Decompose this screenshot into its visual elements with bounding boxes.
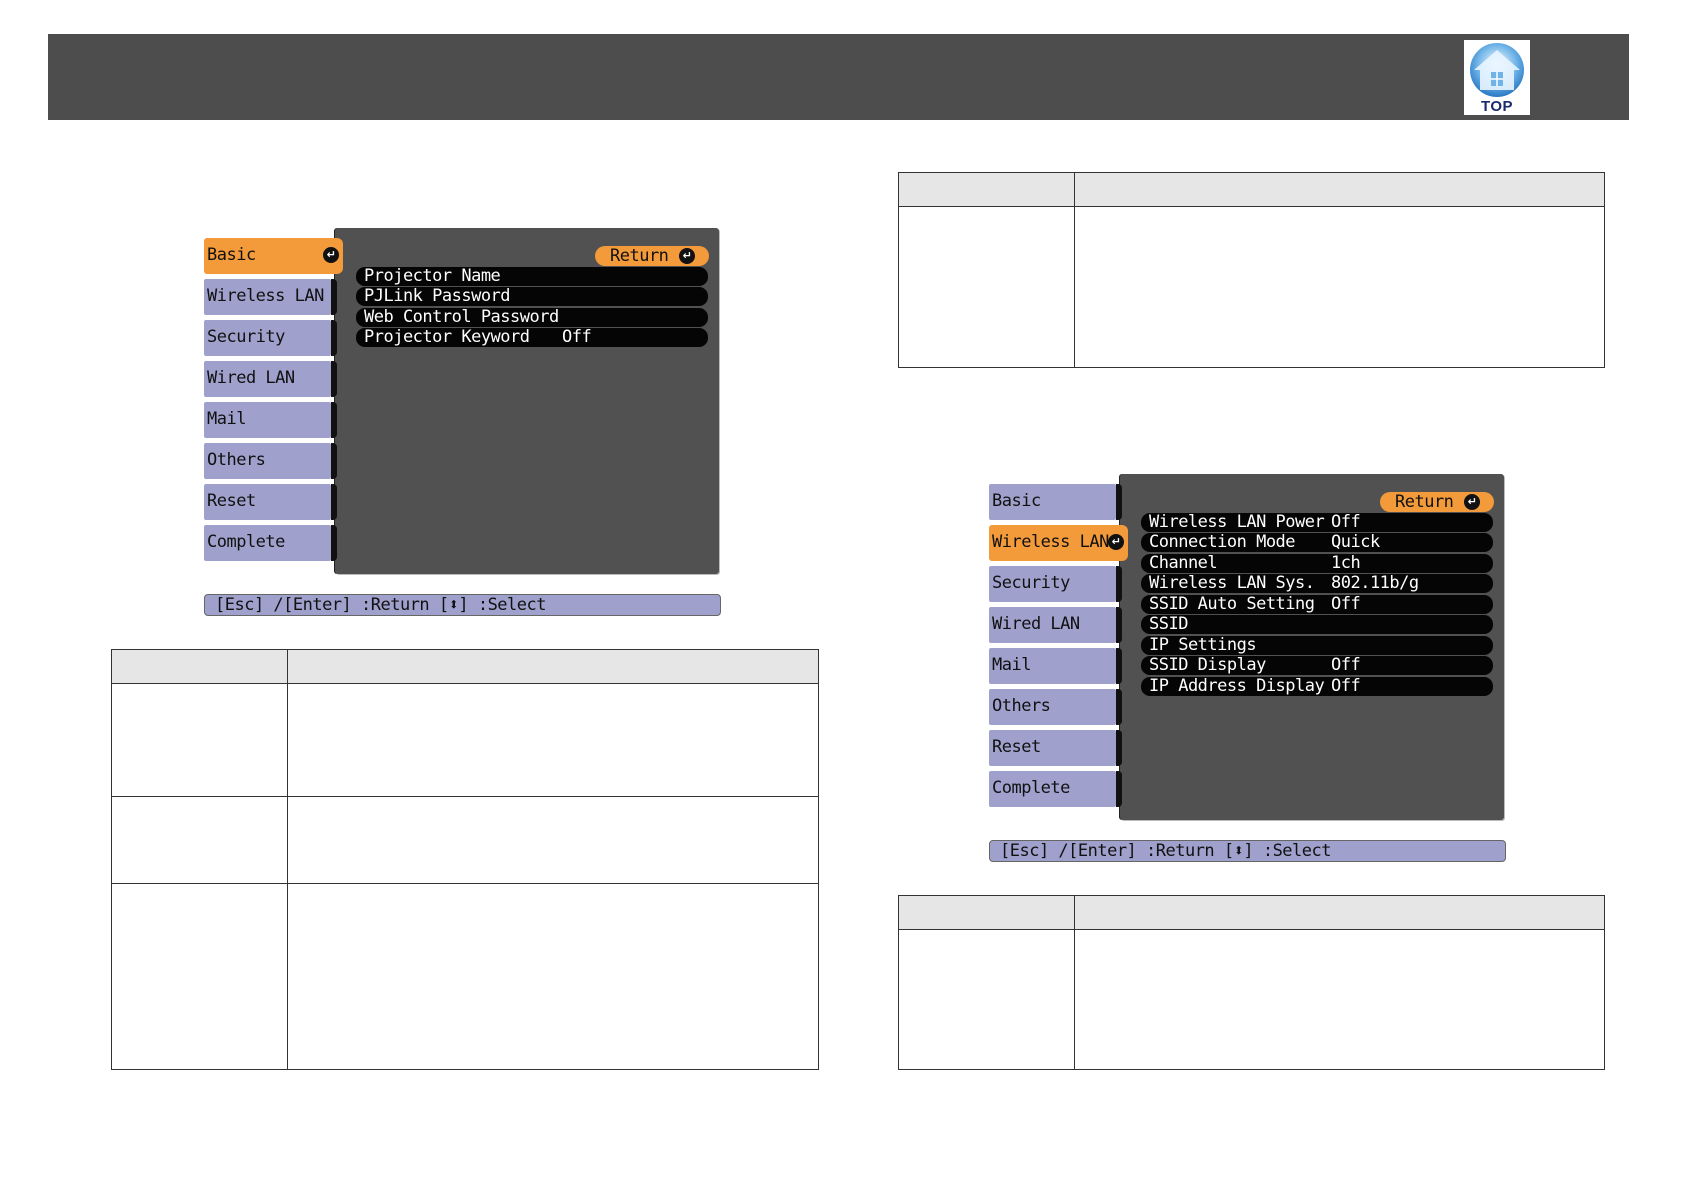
divider xyxy=(1116,607,1122,643)
table-header-cell xyxy=(898,895,1075,930)
enter-icon: ↵ xyxy=(323,247,339,263)
wireless-lan-menu-screen: Basic Wireless LAN ↵ Security Wired LAN … xyxy=(989,474,1509,864)
table-cell xyxy=(111,796,288,884)
sidebar-item-basic[interactable]: Basic xyxy=(989,484,1116,520)
basic-menu-screen: Basic ↵ Wireless LAN Security Wired LAN … xyxy=(204,228,724,618)
table-cell xyxy=(111,883,288,1070)
enter-icon: ↵ xyxy=(679,248,695,264)
status-bar: [Esc] /[Enter] :Return [⬍] :Select xyxy=(989,840,1506,862)
table-header-cell xyxy=(1074,895,1605,930)
menu-row-ssid[interactable]: SSID xyxy=(1141,615,1493,634)
enter-icon: ↵ xyxy=(1108,534,1124,550)
table-cell xyxy=(111,683,288,797)
sidebar-item-reset[interactable]: Reset xyxy=(989,730,1116,766)
divider xyxy=(331,443,337,479)
table-header-cell xyxy=(1074,172,1605,207)
menu-row-wireless-lan-sys[interactable]: Wireless LAN Sys. 802.11b/g xyxy=(1141,574,1493,593)
sidebar-item-basic[interactable]: Basic ↵ xyxy=(204,238,343,274)
menu-row-channel[interactable]: Channel 1ch xyxy=(1141,554,1493,573)
divider xyxy=(1116,648,1122,684)
sidebar-item-security[interactable]: Security xyxy=(989,566,1116,602)
sidebar-item-complete[interactable]: Complete xyxy=(989,771,1116,807)
menu-row-web-control-password[interactable]: Web Control Password xyxy=(356,308,708,327)
menu-row-pjlink-password[interactable]: PJLink Password xyxy=(356,287,708,306)
table-cell xyxy=(287,883,819,1070)
table-header-cell xyxy=(287,649,819,684)
divider xyxy=(1116,689,1122,725)
left-settings-table xyxy=(111,649,819,1070)
menu-row-connection-mode[interactable]: Connection Mode Quick xyxy=(1141,533,1493,552)
table-cell xyxy=(287,683,819,797)
divider xyxy=(331,484,337,520)
top-link-label: TOP xyxy=(1480,98,1514,115)
table-header-cell xyxy=(111,649,288,684)
table-cell xyxy=(898,206,1075,368)
menu-row-wireless-lan-power[interactable]: Wireless LAN Power Off xyxy=(1141,513,1493,532)
home-icon xyxy=(1470,43,1524,97)
table-header-cell xyxy=(898,172,1075,207)
top-link-button[interactable]: TOP xyxy=(1464,40,1530,115)
divider xyxy=(1116,566,1122,602)
table-cell xyxy=(898,929,1075,1070)
menu-row-ip-settings[interactable]: IP Settings xyxy=(1141,636,1493,655)
divider xyxy=(1116,730,1122,766)
sidebar-item-complete[interactable]: Complete xyxy=(204,525,331,561)
divider xyxy=(331,320,337,356)
table-cell xyxy=(1074,206,1605,368)
divider xyxy=(1116,771,1122,807)
sidebar-item-wireless-lan[interactable]: Wireless LAN ↵ xyxy=(989,525,1128,561)
menu-row-projector-keyword[interactable]: Projector Keyword Off xyxy=(356,328,708,347)
sidebar-item-mail[interactable]: Mail xyxy=(989,648,1116,684)
enter-icon: ↵ xyxy=(1464,494,1480,510)
sidebar-item-others[interactable]: Others xyxy=(204,443,331,479)
divider xyxy=(1116,484,1122,520)
return-button[interactable]: Return ↵ xyxy=(1380,492,1494,512)
menu-row-ssid-display[interactable]: SSID Display Off xyxy=(1141,656,1493,675)
sidebar-item-others[interactable]: Others xyxy=(989,689,1116,725)
right-top-table xyxy=(898,172,1605,368)
divider xyxy=(331,279,337,315)
sidebar-item-wired-lan[interactable]: Wired LAN xyxy=(989,607,1116,643)
table-cell xyxy=(287,796,819,884)
menu-row-ip-address-display[interactable]: IP Address Display Off xyxy=(1141,677,1493,696)
return-button[interactable]: Return ↵ xyxy=(595,246,709,266)
status-bar: [Esc] /[Enter] :Return [⬍] :Select xyxy=(204,594,721,616)
sidebar-item-wired-lan[interactable]: Wired LAN xyxy=(204,361,331,397)
sidebar-item-wireless-lan[interactable]: Wireless LAN xyxy=(204,279,331,315)
sidebar-item-reset[interactable]: Reset xyxy=(204,484,331,520)
right-bottom-table xyxy=(898,895,1605,1070)
divider xyxy=(331,361,337,397)
divider xyxy=(331,402,337,438)
divider xyxy=(331,525,337,561)
sidebar-item-security[interactable]: Security xyxy=(204,320,331,356)
menu-row-projector-name[interactable]: Projector Name xyxy=(356,267,708,286)
table-cell xyxy=(1074,929,1605,1070)
menu-row-ssid-auto-setting[interactable]: SSID Auto Setting Off xyxy=(1141,595,1493,614)
header-bar xyxy=(48,34,1629,120)
sidebar-item-mail[interactable]: Mail xyxy=(204,402,331,438)
